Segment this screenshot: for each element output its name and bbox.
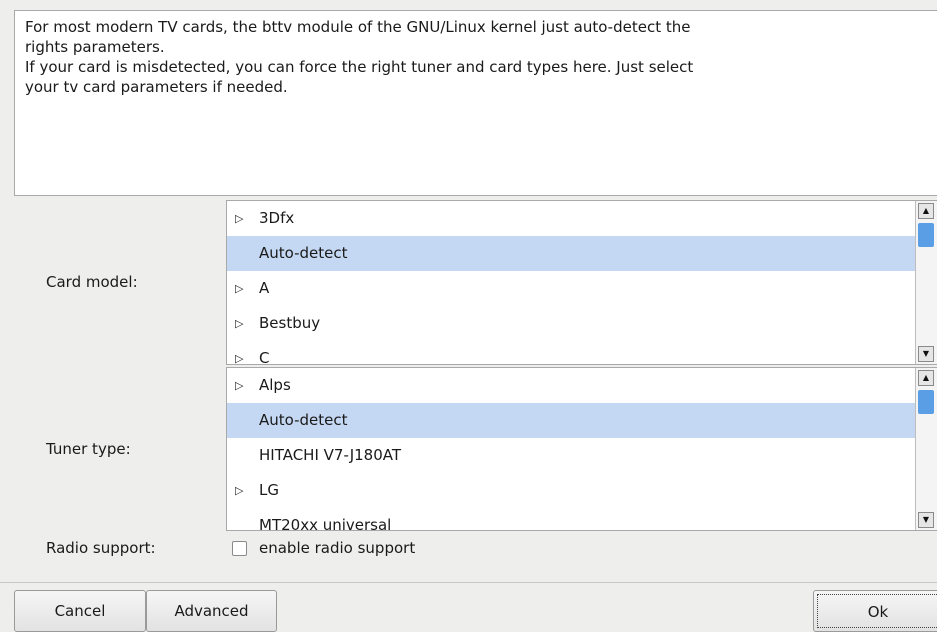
description-line: If your card is misdetected, you can for… [25,58,694,76]
list-item-label: A [259,279,270,297]
expand-arrow-icon[interactable]: ▷ [235,306,259,341]
scroll-thumb[interactable] [918,390,934,414]
list-item-label: Auto-detect [259,411,348,429]
card-model-rows: ▷ 3Dfx Auto-detect ▷ A ▷ Bestbuy ▷ C [227,201,915,364]
list-item-selected[interactable]: Auto-detect [227,236,915,271]
scroll-thumb[interactable] [918,223,934,247]
tuner-type-list[interactable]: ▷ Alps Auto-detect HITACHI V7-J180AT ▷ LG … [226,367,937,531]
description-line: your tv card parameters if needed. [25,78,288,96]
advanced-button[interactable]: Advanced [146,590,277,632]
list-item-selected[interactable]: Auto-detect [227,403,915,438]
list-item-label: LG [259,481,279,499]
list-item-label: Auto-detect [259,244,348,262]
list-item-label: 3Dfx [259,209,295,227]
scroll-down-icon[interactable]: ▼ [918,346,934,362]
radio-support-checkbox[interactable] [232,541,247,556]
card-model-list[interactable]: ▷ 3Dfx Auto-detect ▷ A ▷ Bestbuy ▷ C ▲ ▼ [226,200,937,365]
radio-support-label: Radio support: [46,539,156,557]
list-item-label: Bestbuy [259,314,321,332]
description-line: rights parameters. [25,38,165,56]
card-model-label: Card model: [46,273,138,291]
expand-arrow-icon[interactable]: ▷ [235,201,259,236]
description-text-area: For most modern TV cards, the bttv modul… [14,10,937,196]
list-item[interactable]: ▷ Alps [227,368,915,403]
list-item-label: HITACHI V7-J180AT [259,446,402,464]
scroll-up-icon[interactable]: ▲ [918,370,934,386]
list-item[interactable]: ▷ Bestbuy [227,306,915,341]
expand-arrow-icon[interactable]: ▷ [235,368,259,403]
cancel-button[interactable]: Cancel [14,590,146,632]
card-model-scrollbar[interactable]: ▲ ▼ [915,201,937,364]
radio-support-checkbox-label[interactable]: enable radio support [259,539,415,557]
expand-arrow-icon[interactable]: ▷ [235,341,259,364]
description-line: For most modern TV cards, the bttv modul… [25,18,691,36]
list-item[interactable]: ▷ C [227,341,915,364]
list-item-label: Alps [259,376,291,394]
scroll-down-icon[interactable]: ▼ [918,512,934,528]
list-item[interactable]: ▷ A [227,271,915,306]
list-item[interactable]: ▷ LG [227,473,915,508]
ok-button-label: Ok [817,594,937,628]
list-item-label: C [259,349,270,364]
scroll-up-icon[interactable]: ▲ [918,203,934,219]
tuner-type-label: Tuner type: [46,440,131,458]
ok-button[interactable]: Ok [813,590,937,632]
list-item[interactable]: HITACHI V7-J180AT [227,438,915,473]
list-item[interactable]: ▷ 3Dfx [227,201,915,236]
list-item-label: MT20xx universal [259,516,392,530]
tuner-type-rows: ▷ Alps Auto-detect HITACHI V7-J180AT ▷ LG … [227,368,915,530]
list-item[interactable]: MT20xx universal [227,508,915,530]
button-separator [0,582,937,583]
tuner-type-scrollbar[interactable]: ▲ ▼ [915,368,937,530]
expand-arrow-icon[interactable]: ▷ [235,271,259,306]
expand-arrow-icon[interactable]: ▷ [235,473,259,508]
